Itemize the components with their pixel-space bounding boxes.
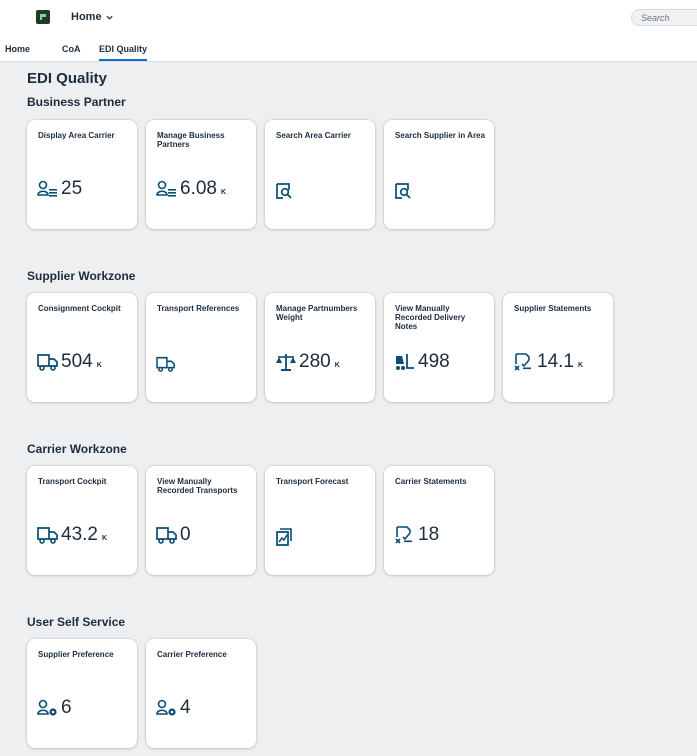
tile-view-manually-recorded-delivery-notes[interactable]: View Manually Recorded Delivery Notes 49… xyxy=(384,293,494,402)
user-list-icon xyxy=(37,180,57,197)
shell-bar: Home Search xyxy=(0,0,697,36)
truck-icon xyxy=(37,354,58,371)
company-logo[interactable] xyxy=(36,10,50,24)
tile-title: Transport Forecast xyxy=(276,477,349,486)
user-settings-icon xyxy=(37,699,57,716)
tile-kpi: 0 xyxy=(156,525,191,545)
kpi-unit: K xyxy=(577,362,584,369)
tile-display-area-carrier[interactable]: Display Area Carrier 25 xyxy=(27,120,137,229)
tab-bar: Home CoA EDI Quality xyxy=(0,36,697,62)
kpi-value: 6.08 xyxy=(180,178,217,199)
forklift-icon xyxy=(396,354,414,370)
tile-search-area-carrier[interactable]: Search Area Carrier xyxy=(265,120,375,229)
search-input[interactable]: Search xyxy=(631,9,697,26)
tile-carrier-statements[interactable]: Carrier Statements 18 xyxy=(384,466,494,575)
tile-carrier-preference[interactable]: Carrier Preference 4 xyxy=(146,639,256,748)
tab-home[interactable]: Home xyxy=(5,44,30,54)
statement-icon xyxy=(514,353,531,371)
section-title-user-self-service: User Self Service xyxy=(27,615,126,629)
user-settings-icon xyxy=(156,699,176,716)
tile-title: Carrier Statements xyxy=(395,477,467,486)
tile-title: Search Area Carrier xyxy=(276,131,351,140)
tile-consignment-cockpit[interactable]: Consignment Cockpit 504 K xyxy=(27,293,137,402)
tile-title: Search Supplier in Area xyxy=(395,131,485,140)
truck-icon xyxy=(156,527,177,544)
tile-title: Supplier Preference xyxy=(38,650,114,659)
tile-search-supplier-in-area[interactable]: Search Supplier in Area xyxy=(384,120,494,229)
tile-kpi: 4 xyxy=(156,698,191,718)
kpi-value: 504 xyxy=(61,351,93,372)
tile-title: Manage Partnumbers Weight xyxy=(276,304,358,322)
kpi-unit: K xyxy=(334,362,340,369)
tile-transport-references[interactable]: Transport References xyxy=(146,293,256,402)
tile-kpi: 6 xyxy=(37,698,72,718)
kpi-value: 25 xyxy=(61,178,83,199)
tile-title: Transport References xyxy=(157,304,240,313)
home-menu-button[interactable]: Home xyxy=(71,11,114,23)
forecast-icon xyxy=(276,528,292,546)
kpi-unit: K xyxy=(96,362,102,369)
chevron-down-icon xyxy=(105,15,113,20)
tile-title: Carrier Preference xyxy=(157,650,227,659)
tile-kpi: 43.2 K xyxy=(37,525,107,545)
tile-title: View Manually Recorded Delivery Notes xyxy=(395,304,466,331)
tile-kpi: 6.08 K xyxy=(156,179,226,199)
tile-view-manually-recorded-transports[interactable]: View Manually Recorded Transports 0 xyxy=(146,466,256,575)
page-title: EDI Quality xyxy=(27,70,108,87)
kpi-value: 43.2 xyxy=(61,524,98,545)
kpi-unit: K xyxy=(101,535,108,542)
tile-supplier-preference[interactable]: Supplier Preference 6 xyxy=(27,639,137,748)
weight-scale-icon xyxy=(276,354,296,371)
tile-kpi: 504 K xyxy=(37,352,102,372)
search-document-icon xyxy=(276,183,292,199)
logo-mark-icon xyxy=(40,14,46,20)
search-placeholder: Search xyxy=(641,13,670,23)
kpi-value: 18 xyxy=(418,524,440,545)
tile-kpi: 280 K xyxy=(275,352,340,372)
tile-kpi: 18 xyxy=(394,525,439,545)
kpi-value: 6 xyxy=(61,697,72,718)
tile-manage-business-partners[interactable]: Manage Business Partners 6.08 K xyxy=(146,120,256,229)
tile-title: View Manually Recorded Transports xyxy=(157,477,238,495)
kpi-value: 498 xyxy=(418,351,450,372)
tile-supplier-statements[interactable]: Supplier Statements 14.1 K xyxy=(503,293,613,402)
home-menu-label: Home xyxy=(71,11,102,23)
section-title-carrier-workzone: Carrier Workzone xyxy=(27,442,127,456)
tile-title: Transport Cockpit xyxy=(38,477,107,486)
kpi-value: 0 xyxy=(180,524,191,545)
tile-manage-partnumbers-weight[interactable]: Manage Partnumbers Weight 280 K xyxy=(265,293,375,402)
tile-title: Supplier Statements xyxy=(514,304,592,313)
tile-kpi: 25 xyxy=(37,179,82,199)
section-title-supplier-workzone: Supplier Workzone xyxy=(27,269,136,283)
tab-edi-quality[interactable]: EDI Quality xyxy=(99,44,148,61)
tile-kpi: 498 xyxy=(394,352,450,372)
kpi-value: 14.1 xyxy=(537,351,574,372)
statement-icon xyxy=(395,526,412,544)
truck-icon xyxy=(156,356,175,372)
user-list-icon xyxy=(156,180,176,197)
tile-transport-forecast[interactable]: Transport Forecast xyxy=(265,466,375,575)
tile-title: Manage Business Partners xyxy=(157,131,225,149)
tile-title: Display Area Carrier xyxy=(38,131,115,140)
kpi-value: 280 xyxy=(299,351,331,372)
tile-transport-cockpit[interactable]: Transport Cockpit 43.2 K xyxy=(27,466,137,575)
tile-title: Consignment Cockpit xyxy=(38,304,121,313)
search-document-icon xyxy=(395,183,411,199)
truck-icon xyxy=(37,527,58,544)
kpi-unit: K xyxy=(220,189,227,196)
kpi-value: 4 xyxy=(180,697,191,718)
tab-coa[interactable]: CoA xyxy=(62,44,81,54)
tile-kpi: 14.1 K xyxy=(513,352,583,372)
section-title-business-partner: Business Partner xyxy=(27,95,126,109)
